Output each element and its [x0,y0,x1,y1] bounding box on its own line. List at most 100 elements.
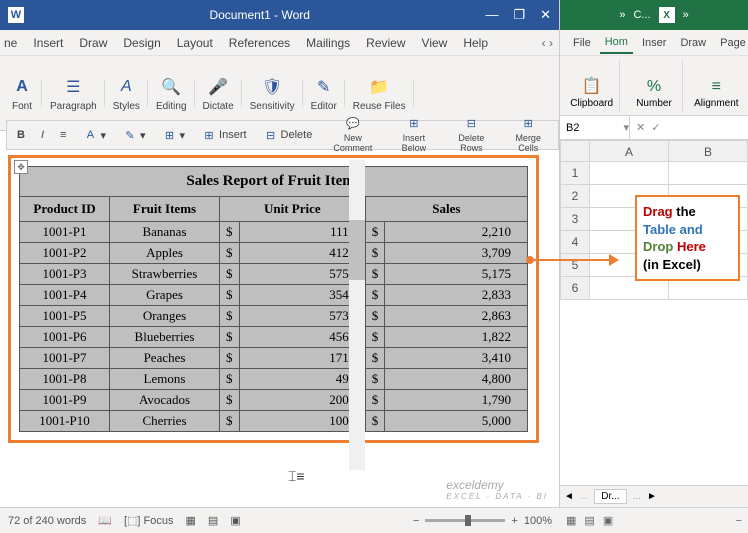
ribbon-font[interactable]: AFont [6,75,38,112]
excel-tab-insert[interactable]: Inser [637,33,671,53]
web-layout-icon[interactable]: ▣ [230,514,240,527]
excel-break-view[interactable]: ▣ [603,514,613,527]
excel-tab-file[interactable]: File [568,33,596,53]
scroll-thumb[interactable] [349,220,365,280]
excel-nav-next[interactable]: » [683,9,689,21]
tab-draw[interactable]: Draw [72,32,114,54]
word-vscroll[interactable] [349,160,365,470]
sales-table[interactable]: Sales Report of Fruit Items Product ID F… [19,166,528,432]
table-row[interactable]: 1001-P1Bananas$111$2,210 [20,222,528,243]
zoom-slider[interactable] [425,519,505,522]
row-header[interactable]: 2 [560,185,590,208]
clipboard-icon: 📋 [582,76,602,96]
table-row[interactable]: 1001-P10Cherries$100$5,000 [20,411,528,432]
insert-button[interactable]: ⊞Insert [197,125,251,145]
merge-cells-button[interactable]: ⊞Merge Cells [504,114,552,156]
col-a[interactable]: A [590,140,669,162]
excel-tab-draw[interactable]: Draw [675,33,711,53]
col-b[interactable]: B [669,140,748,162]
cell[interactable] [590,162,669,185]
tab-mailings[interactable]: Mailings [299,32,357,54]
cancel-icon[interactable]: ✕ [636,121,645,134]
align-button[interactable]: ≡ [56,127,70,143]
bold-button[interactable]: B [13,127,29,143]
focus-mode[interactable]: [⬚] Focus [124,514,174,527]
ribbon-reuse[interactable]: 📁Reuse Files [349,75,410,112]
excel-grid[interactable]: A B 123456 [560,140,748,480]
row-header[interactable]: 4 [560,231,590,254]
zoom-level[interactable]: 100% [524,515,552,527]
ribbon-styles[interactable]: AStyles [109,75,144,112]
excel-zoom-out[interactable]: − [736,515,742,527]
tab-insert[interactable]: Insert [26,32,70,54]
italic-button[interactable]: I [37,127,48,143]
dictate-icon: 🎤 [206,75,230,99]
row-header[interactable]: 3 [560,208,590,231]
ribbon-dictate[interactable]: 🎤Dictate [199,75,238,112]
editing-icon: 🔍 [159,75,183,99]
excel-clipboard[interactable]: 📋Clipboard [564,60,620,111]
sheet-nav-prev[interactable]: ◄ [564,491,574,502]
table-title: Sales Report of Fruit Items [20,167,528,197]
select-all-corner[interactable] [560,140,590,162]
document-area: Sales Report of Fruit Items Product ID F… [8,155,539,503]
excel-alignment[interactable]: ≡Alignment [689,60,744,111]
excel-formula-bar: B2 ▾ ✕✓ [560,116,748,140]
tab-home-partial[interactable]: ne [4,32,24,54]
table-row[interactable]: 1001-P6Blueberries$456$1,822 [20,327,528,348]
ribbon-editing[interactable]: 🔍Editing [152,75,191,112]
spellcheck-icon[interactable]: 📖 [98,514,112,527]
table-row[interactable]: 1001-P3Strawberries$575$5,175 [20,264,528,285]
table-row[interactable]: 1001-P4Grapes$354$2,833 [20,285,528,306]
new-comment-button[interactable]: 💬New Comment [324,114,381,156]
read-mode-icon[interactable]: ▦ [186,514,196,527]
ribbon-sensitivity[interactable]: 🛡Sensitivity [246,75,299,112]
name-box[interactable]: B2 ▾ [560,116,630,139]
ribbon-paragraph[interactable]: ☰Paragraph [46,75,101,112]
zoom-out[interactable]: − [413,515,419,527]
table-row[interactable]: 1001-P2Apples$412$3,709 [20,243,528,264]
tab-layout[interactable]: Layout [170,32,220,54]
word-count[interactable]: 72 of 240 words [8,515,86,527]
excel-tab-page[interactable]: Page [715,33,748,53]
cell[interactable] [669,162,748,185]
table-row[interactable]: 1001-P8Lemons$49$4,800 [20,369,528,390]
sheet-nav-next[interactable]: ► [647,491,657,502]
border-button[interactable]: ⊞▾ [158,125,190,145]
tab-nav[interactable]: ‹ › [542,36,559,50]
highlight-button[interactable]: ✎▾ [118,125,150,145]
excel-tab-home[interactable]: Hom [600,32,633,54]
excel-number[interactable]: %Number [626,60,682,111]
confirm-icon[interactable]: ✓ [651,121,660,134]
tab-help[interactable]: Help [456,32,495,54]
ribbon-editor[interactable]: ✎Editor [307,75,341,112]
excel-normal-view[interactable]: ▦ [566,514,576,527]
word-window: W Document1 - Word — ❐ ✕ ne Insert Draw … [0,0,560,533]
zoom-in[interactable]: + [511,515,517,527]
tab-view[interactable]: View [415,32,455,54]
row-header[interactable]: 1 [560,162,590,185]
row-header[interactable]: 5 [560,254,590,277]
page-selection[interactable]: Sales Report of Fruit Items Product ID F… [8,155,539,443]
excel-nav-prev[interactable]: » [619,9,625,21]
table-row[interactable]: 1001-P5Oranges$573$2,863 [20,306,528,327]
table-move-handle[interactable]: ✥ [14,160,28,174]
excel-page-view[interactable]: ▤ [584,514,594,527]
tab-review[interactable]: Review [359,32,412,54]
table-row[interactable]: 1001-P7Peaches$171$3,410 [20,348,528,369]
fx-area[interactable]: ✕✓ [630,121,748,134]
restore-button[interactable]: ❐ [513,7,525,23]
tab-references[interactable]: References [222,32,297,54]
excel-row[interactable]: 1 [560,162,748,185]
row-header[interactable]: 6 [560,277,590,300]
delete-button[interactable]: ⊟Delete [259,125,317,145]
styles-small[interactable]: A▾ [78,125,110,145]
delete-rows-button[interactable]: ⊟Delete Rows [446,114,496,156]
sheet-tab-active[interactable]: Dr... [594,489,626,504]
close-button[interactable]: ✕ [540,7,551,23]
print-layout-icon[interactable]: ▤ [208,514,218,527]
minimize-button[interactable]: — [485,7,498,23]
table-row[interactable]: 1001-P9Avocados$200$1,790 [20,390,528,411]
tab-design[interactable]: Design [116,32,167,54]
insert-below-button[interactable]: ⊞Insert Below [389,114,438,156]
